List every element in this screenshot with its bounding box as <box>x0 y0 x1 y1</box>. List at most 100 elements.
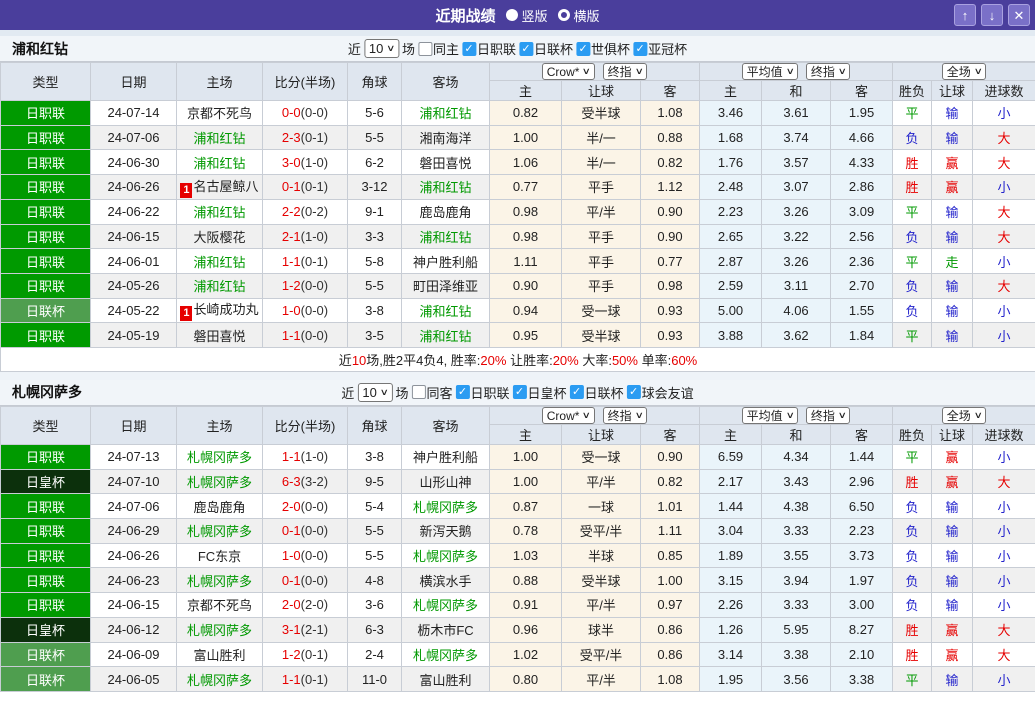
col-avg-home: 主 <box>699 80 763 102</box>
league-filter[interactable]: ✓ 世俱杯 <box>576 39 630 58</box>
fullmatch-select[interactable]: 全场 ∨ <box>941 407 987 424</box>
away-team-name: 札幌冈萨多 <box>412 549 478 565</box>
odds-time-select-1[interactable]: 终指 ∨ <box>602 63 648 80</box>
league-checkbox[interactable]: ✓ <box>633 41 648 56</box>
result-cell: 负 <box>892 542 933 569</box>
avg-draw-odds: 3.11 <box>761 272 832 299</box>
league-filter[interactable]: ✓ 日联杯 <box>569 383 624 402</box>
handicap-home-odds: 1.03 <box>489 542 562 569</box>
league-checkbox[interactable]: ✓ <box>462 41 477 56</box>
average-select[interactable]: 平均值 ∨ <box>741 407 799 424</box>
handicap-line: 一球 <box>561 493 641 520</box>
handicap-result-cell: 赢 <box>931 174 974 200</box>
odds-time-select-2[interactable]: 终指 ∨ <box>805 63 851 80</box>
view-option-vertical[interactable]: 竖版 <box>505 6 548 25</box>
match-row: 日联杯 24-06-09 富山胜利 1-2(0-1) 2-4 札幌冈萨多 1.02 受平/半 0… <box>0 641 1035 668</box>
league-filter[interactable]: ✓ 日职联 <box>462 39 516 58</box>
col-corner: 角球 <box>347 61 402 102</box>
avg-home-odds: 5.00 <box>699 297 763 324</box>
corners-cell: 6-3 <box>347 616 402 643</box>
avg-home-odds: 3.46 <box>699 100 763 126</box>
move-down-button[interactable]: ↓ <box>981 4 1003 26</box>
away-team: 札幌冈萨多 <box>401 592 490 618</box>
handicap-home-odds: 0.90 <box>489 272 562 299</box>
league-checkbox[interactable]: ✓ <box>455 385 470 400</box>
date-cell: 24-06-15 <box>90 592 177 618</box>
away-team-name: 札幌冈萨多 <box>412 499 478 515</box>
col-crow-away: 客 <box>639 80 701 102</box>
goals-result-cell: 小 <box>972 666 1035 692</box>
league-checkbox[interactable]: ✓ <box>569 385 584 400</box>
handicap-result-cell: 赢 <box>931 616 974 643</box>
league-checkbox[interactable]: ✓ <box>576 41 591 56</box>
league-checkbox[interactable]: ✓ <box>512 385 527 400</box>
league-label: 日联杯 <box>584 385 624 401</box>
goals-result-cell: 小 <box>972 592 1035 618</box>
result-cell: 胜 <box>892 616 933 643</box>
home-team-name: 鹿岛鹿角 <box>193 499 246 515</box>
away-team-name: 神户胜利船 <box>412 450 478 466</box>
spacer <box>0 371 1035 380</box>
col-type: 类型 <box>0 405 91 446</box>
away-team: 磐田喜悦 <box>401 149 490 176</box>
view-option-horizontal[interactable]: 横版 <box>557 6 600 25</box>
handicap-result-cell: 赢 <box>931 468 974 495</box>
home-team-name: 札幌冈萨多 <box>186 623 252 639</box>
date-cell: 24-07-10 <box>90 468 177 495</box>
home-team: FC东京 <box>176 542 263 569</box>
matches-summary: 近10场,胜2平4负4, 胜率:20% 让胜率:20% 大率:50% 单率:60… <box>0 346 1035 372</box>
away-team-name: 新泻天鹅 <box>419 524 472 540</box>
fullmatch-select[interactable]: 全场 ∨ <box>941 63 987 80</box>
same-venue-filter[interactable]: 同客 <box>411 383 453 402</box>
fulltime-score: 2-1 <box>281 228 301 244</box>
league-label: 日皇杯 <box>527 385 567 401</box>
summary-part: 60% <box>671 352 698 368</box>
avg-home-odds: 1.76 <box>699 149 763 176</box>
league-checkbox[interactable]: ✓ <box>626 385 641 400</box>
close-button[interactable]: ✕ <box>1008 4 1030 26</box>
type-cell: 日职联 <box>0 198 91 225</box>
handicap-home-odds: 0.98 <box>489 223 562 250</box>
bookmaker-select[interactable]: Crow* ∨ <box>541 63 596 80</box>
away-team: 枥木市FC <box>401 616 490 643</box>
match-count-value: 10 <box>362 384 377 400</box>
away-team: 町田泽维亚 <box>401 272 490 299</box>
odds-time-select-2[interactable]: 终指 ∨ <box>805 407 851 424</box>
handicap-home-odds: 1.00 <box>489 444 562 470</box>
halftime-score: (0-0) <box>300 548 329 564</box>
average-select[interactable]: 平均值 ∨ <box>741 63 799 80</box>
league-filter[interactable]: ✓ 亚冠杯 <box>633 39 687 58</box>
league-filter[interactable]: ✓ 球会友谊 <box>626 383 694 402</box>
avg-draw-odds: 3.26 <box>761 248 832 274</box>
league-filter[interactable]: ✓ 日职联 <box>455 383 510 402</box>
bookmaker-select[interactable]: Crow* ∨ <box>541 407 596 424</box>
league-filter[interactable]: ✓ 日联杯 <box>519 39 573 58</box>
league-checkbox[interactable]: ✓ <box>519 41 534 56</box>
col-goals: 进球数 <box>972 424 1035 445</box>
league-filter[interactable]: ✓ 日皇杯 <box>512 383 567 402</box>
score-cell: 3-0(1-0) <box>262 149 348 176</box>
away-team-name: 横滨水手 <box>419 573 472 589</box>
same-venue-checkbox[interactable] <box>411 385 426 400</box>
avg-home-odds: 2.17 <box>699 468 763 495</box>
date-cell: 24-06-22 <box>90 198 177 225</box>
col-score: 比分(半场) <box>262 61 348 102</box>
same-venue-checkbox[interactable] <box>418 41 433 56</box>
goals-result-cell: 大 <box>972 124 1035 151</box>
away-team-name: 札幌冈萨多 <box>412 598 478 614</box>
score-cell: 2-0(0-0) <box>262 493 348 520</box>
halftime-score: (0-0) <box>300 498 329 514</box>
home-team: 富山胜利 <box>176 641 263 668</box>
avg-away-odds: 8.27 <box>830 616 894 643</box>
summary-part: 20% <box>552 352 579 368</box>
handicap-home-odds: 0.96 <box>489 616 562 643</box>
handicap-away-odds: 0.93 <box>639 297 701 324</box>
radio-selected-icon[interactable] <box>505 9 518 21</box>
move-up-button[interactable]: ↑ <box>954 4 976 26</box>
col-avg-draw: 和 <box>761 80 832 102</box>
same-venue-filter[interactable]: 同主 <box>418 39 459 58</box>
odds-time-select-1[interactable]: 终指 ∨ <box>602 407 648 424</box>
match-count-select[interactable]: 10 ∨ <box>363 39 399 58</box>
radio-unselected-icon[interactable] <box>557 9 570 21</box>
match-count-select[interactable]: 10 ∨ <box>357 382 393 402</box>
